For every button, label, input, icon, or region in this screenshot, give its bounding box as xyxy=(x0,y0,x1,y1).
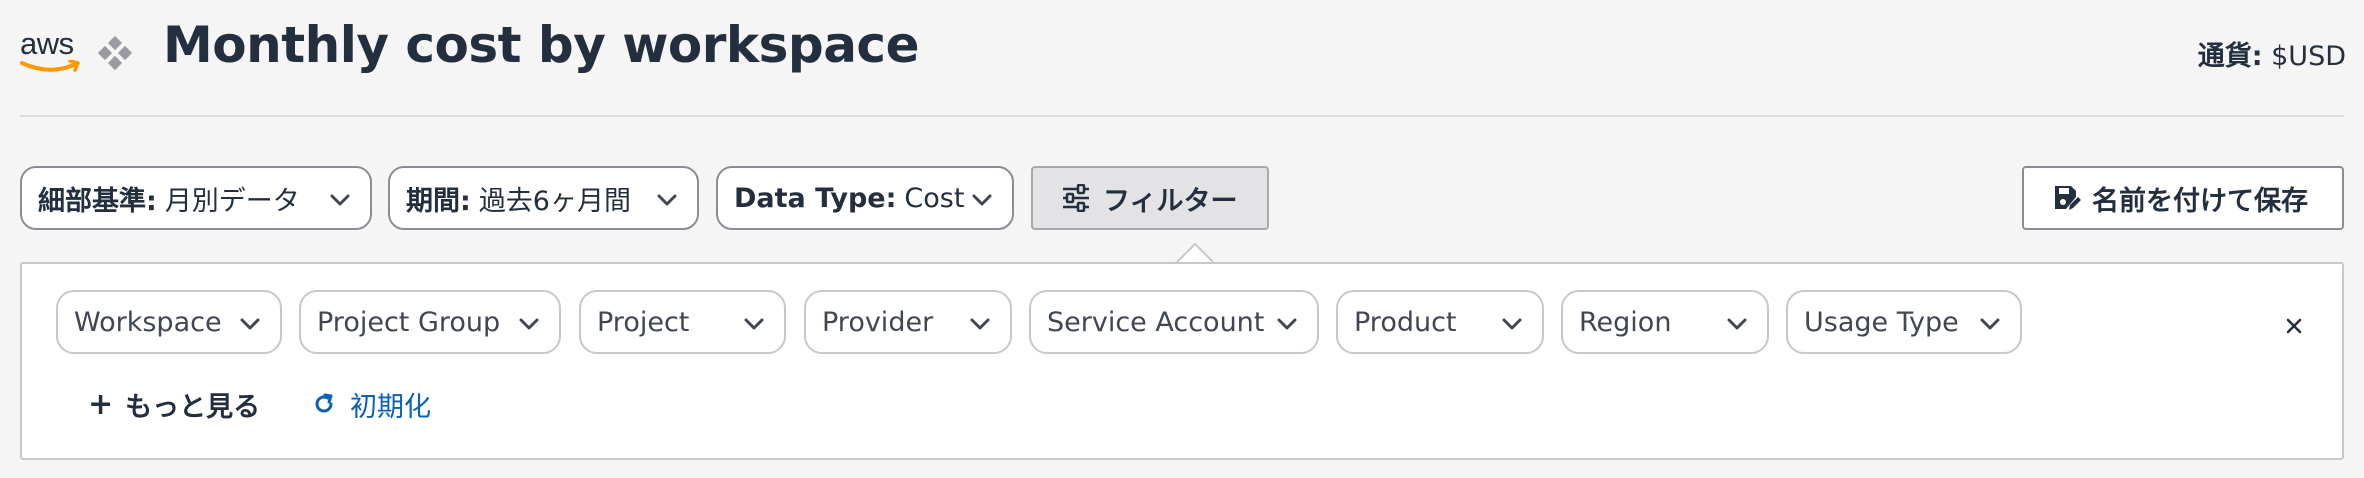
filter-chip-label: Project Group xyxy=(317,306,501,338)
filter-chip-project-group[interactable]: Project Group xyxy=(299,290,561,354)
aws-logo: aws xyxy=(20,26,84,76)
chevron-down-icon xyxy=(240,318,260,330)
granularity-value: 月別データ xyxy=(164,185,300,217)
filter-chip-region[interactable]: Region xyxy=(1561,290,1769,354)
currency-value: $USD xyxy=(2271,41,2346,72)
filter-button[interactable]: フィルター xyxy=(1031,166,1269,230)
filter-chip-workspace[interactable]: Workspace xyxy=(56,290,282,354)
sliders-icon xyxy=(1063,184,1089,212)
period-value: 過去6ヶ月間 xyxy=(478,185,631,217)
filter-chip-label: Product xyxy=(1354,306,1457,338)
reset-label: 初期化 xyxy=(350,391,431,423)
refresh-icon xyxy=(315,393,333,413)
chevron-down-icon xyxy=(1277,318,1297,330)
filter-chip-label: Project xyxy=(597,306,690,338)
filter-chip-usage-type[interactable]: Usage Type xyxy=(1786,290,2022,354)
show-more-label: もっと見る xyxy=(125,391,261,423)
chevron-down-icon xyxy=(519,318,539,330)
data-type-select[interactable]: Data Type: Cost xyxy=(716,166,1014,230)
filter-chip-label: Region xyxy=(1579,306,1672,338)
diamond-icon xyxy=(97,36,133,71)
chevron-down-icon xyxy=(1980,318,2000,330)
currency-indicator: 通貨: $USD xyxy=(2198,34,2346,73)
period-select[interactable]: 期間: 過去6ヶ月間 xyxy=(388,166,699,230)
aws-logo-text: aws xyxy=(20,26,74,61)
save-icon xyxy=(2055,186,2081,210)
filter-chip-project[interactable]: Project xyxy=(579,290,786,354)
reset-button[interactable]: 初期化 xyxy=(312,384,431,424)
toolbar: 細部基準: 月別データ 期間: 過去6ヶ月間 Data Type: Cost フ… xyxy=(0,166,2364,230)
granularity-label: 細部基準: xyxy=(38,185,157,217)
chevron-down-icon xyxy=(1502,318,1522,330)
save-as-button[interactable]: 名前を付けて保存 xyxy=(2022,166,2344,230)
close-icon[interactable] xyxy=(2282,314,2306,338)
filter-chip-label: Service Account xyxy=(1047,306,1265,338)
filter-chip-label: Usage Type xyxy=(1804,306,1959,338)
currency-label: 通貨: xyxy=(2197,41,2263,72)
header-divider xyxy=(20,115,2344,117)
filter-chip-label: Provider xyxy=(822,306,934,338)
chevron-down-icon xyxy=(330,194,350,206)
page-title: Monthly cost by workspace xyxy=(163,16,919,74)
chevron-down-icon xyxy=(657,194,677,206)
granularity-select[interactable]: 細部基準: 月別データ xyxy=(20,166,372,230)
filter-button-label: フィルター xyxy=(1103,185,1238,217)
save-as-label: 名前を付けて保存 xyxy=(2092,185,2308,217)
period-label: 期間: xyxy=(406,185,471,217)
filter-chip-service-account[interactable]: Service Account xyxy=(1029,290,1319,354)
filter-chip-label: Workspace xyxy=(74,306,222,338)
aws-smile-icon xyxy=(20,60,80,72)
show-more-button[interactable]: + もっと見る xyxy=(88,384,260,424)
chevron-down-icon xyxy=(744,318,764,330)
data-type-label: Data Type: xyxy=(734,182,897,214)
chevron-down-icon xyxy=(972,194,992,206)
filter-panel: Workspace Project Group Project Provider… xyxy=(20,262,2344,460)
data-type-value: Cost xyxy=(904,182,965,214)
plus-icon: + xyxy=(88,386,114,422)
chevron-down-icon xyxy=(1727,318,1747,330)
page-header: aws Monthly cost by workspace 通貨: $USD xyxy=(0,0,2364,117)
chevron-down-icon xyxy=(970,318,990,330)
filter-chip-provider[interactable]: Provider xyxy=(804,290,1012,354)
filter-chip-product[interactable]: Product xyxy=(1336,290,1544,354)
